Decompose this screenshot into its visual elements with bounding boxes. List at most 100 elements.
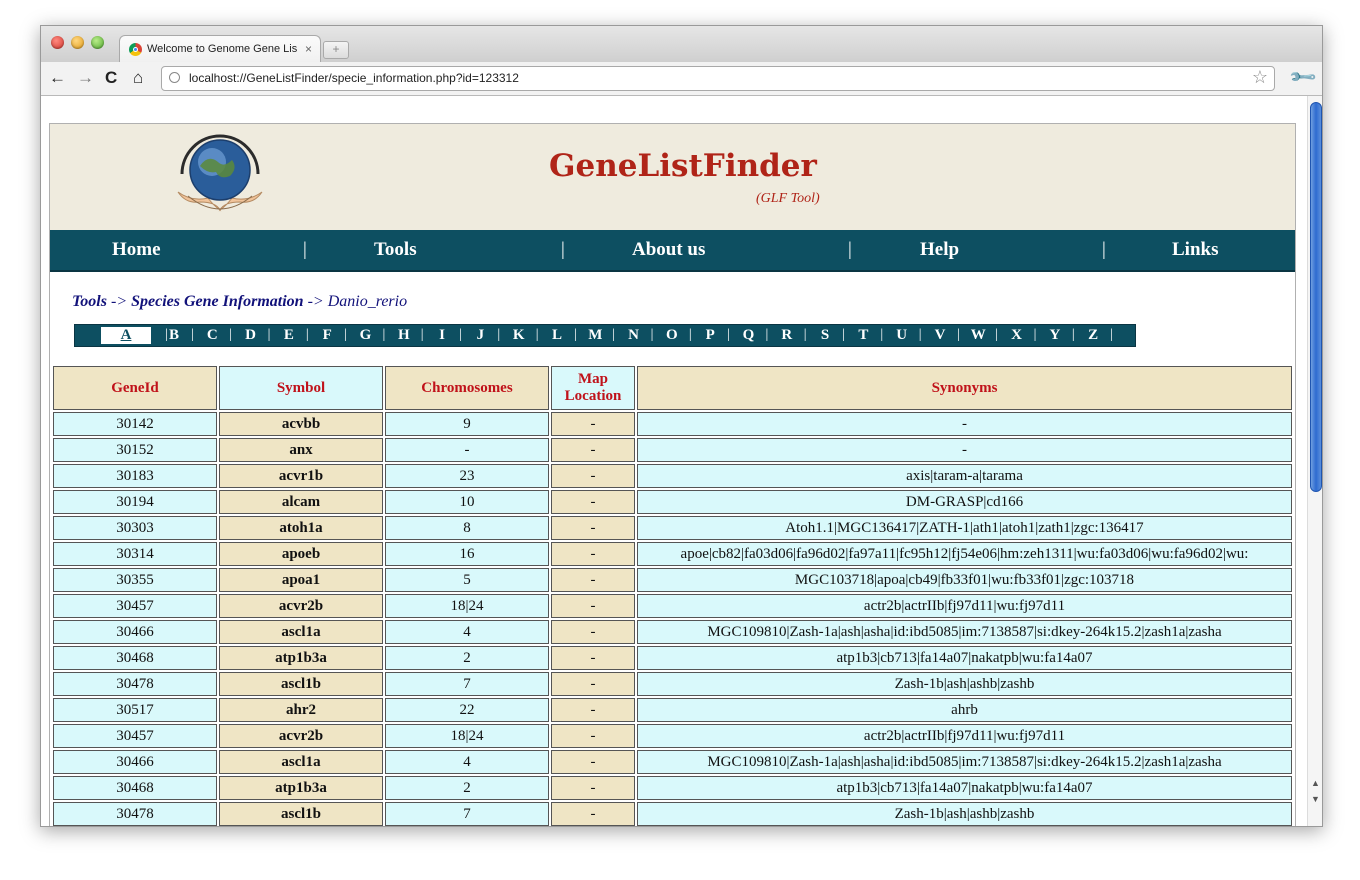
cell-symbol-link[interactable]: ascl1a	[219, 620, 383, 644]
cell-geneid: 30478	[53, 802, 217, 826]
letter-filter-n[interactable]: N	[623, 327, 645, 344]
cell-symbol-link[interactable]: apoa1	[219, 568, 383, 592]
url-text[interactable]: localhost://GeneListFinder/specie_inform…	[189, 71, 519, 85]
nav-links[interactable]: Links	[1172, 239, 1218, 261]
letter-filter-f[interactable]: F	[316, 327, 338, 344]
cell-symbol-link[interactable]: atp1b3a	[219, 776, 383, 800]
scroll-up-arrow-icon[interactable]: ▲	[1311, 778, 1320, 788]
cell-geneid: 30142	[53, 412, 217, 436]
table-row: 30457 acvr2b 18|24- actr2b|actrIIb|fj97d11|…	[53, 724, 1292, 748]
cell-symbol-link[interactable]: atp1b3a	[219, 646, 383, 670]
cell-map-location: -	[551, 542, 635, 566]
cell-synonyms: -	[637, 412, 1292, 436]
scrollbar-thumb[interactable]	[1310, 102, 1322, 492]
cell-symbol-link[interactable]: ascl1b	[219, 802, 383, 826]
cell-symbol-link[interactable]: atoh1a	[219, 516, 383, 540]
page-viewport: GeneListFinder (GLF Tool) Home | Tools |…	[41, 96, 1307, 826]
nav-tools[interactable]: Tools	[374, 239, 417, 261]
tab-close-icon[interactable]: ×	[305, 42, 312, 56]
letter-filter-r[interactable]: R	[776, 327, 798, 344]
back-arrow-icon[interactable]: ←	[49, 68, 66, 88]
address-bar[interactable]: localhost://GeneListFinder/specie_inform…	[161, 66, 1275, 91]
cell-map-location: -	[551, 464, 635, 488]
letter-separator: |	[229, 327, 233, 342]
cell-synonyms: Zash-1b|ash|ashb|zashb	[637, 672, 1292, 696]
letter-filter-z[interactable]: Z	[1082, 327, 1104, 344]
vertical-scrollbar[interactable]: ▲ ▼	[1307, 96, 1322, 826]
table-row: 30468 atp1b3a 2- atp1b3|cb713|fa14a07|nakat…	[53, 776, 1292, 800]
letter-filter-t[interactable]: T	[852, 327, 874, 344]
cell-map-location: -	[551, 646, 635, 670]
nav-help[interactable]: Help	[920, 239, 959, 261]
cell-symbol-link[interactable]: alcam	[219, 490, 383, 514]
header-geneid: GeneId	[53, 366, 217, 410]
nav-home[interactable]: Home	[112, 239, 161, 261]
cell-symbol-link[interactable]: acvr2b	[219, 594, 383, 618]
star-icon[interactable]: ☆	[1252, 67, 1268, 88]
cell-synonyms: MGC109810|Zash-1a|ash|asha|id:ibd5085|im…	[637, 620, 1292, 644]
cell-symbol-link[interactable]: anx	[219, 438, 383, 462]
cell-chromosomes: 10	[385, 490, 549, 514]
scroll-down-arrow-icon[interactable]: ▼	[1311, 794, 1320, 804]
cell-geneid: 30355	[53, 568, 217, 592]
letter-separator: |	[1071, 327, 1075, 342]
cell-synonyms: MGC103718|apoa|cb49|fb33f01|wu:fb33f01|z…	[637, 568, 1292, 592]
cell-map-location: -	[551, 412, 635, 436]
cell-geneid: 30194	[53, 490, 217, 514]
letter-filter-a[interactable]: A	[101, 327, 151, 344]
home-icon[interactable]: ⌂	[133, 68, 143, 88]
breadcrumb-species-link[interactable]: Species Gene Information	[131, 293, 303, 310]
letter-filter-y[interactable]: Y	[1044, 327, 1066, 344]
cell-synonyms: Zash-1b|ash|ashb|zashb	[637, 802, 1292, 826]
table-row: 30478 ascl1b 7- Zash-1b|ash|ashb|zashb	[53, 802, 1292, 826]
letter-filter-s[interactable]: S	[814, 327, 836, 344]
letter-filter-k[interactable]: K	[508, 327, 530, 344]
cell-symbol-link[interactable]: apoeb	[219, 542, 383, 566]
cell-symbol-link[interactable]: acvr2b	[219, 724, 383, 748]
cell-chromosomes: 2	[385, 646, 549, 670]
letter-filter-u[interactable]: U	[891, 327, 913, 344]
tab-title: Welcome to Genome Gene List Fi	[147, 43, 297, 55]
cell-geneid: 30466	[53, 620, 217, 644]
breadcrumb-tools-link[interactable]: Tools	[72, 293, 107, 310]
cell-symbol-link[interactable]: ascl1a	[219, 750, 383, 774]
letter-filter-p[interactable]: P	[699, 327, 721, 344]
nav-about-us[interactable]: About us	[632, 239, 705, 261]
cell-symbol-link[interactable]: acvbb	[219, 412, 383, 436]
letter-filter-c[interactable]: C	[201, 327, 223, 344]
cell-symbol-link[interactable]: acvr1b	[219, 464, 383, 488]
letter-filter-j[interactable]: J	[469, 327, 491, 344]
site-header: GeneListFinder (GLF Tool)	[50, 124, 1295, 231]
cell-map-location: -	[551, 802, 635, 826]
browser-tab[interactable]: Welcome to Genome Gene List Fi ×	[119, 35, 321, 63]
letter-filter-h[interactable]: H	[393, 327, 415, 344]
window-minimize-button[interactable]	[71, 36, 84, 49]
window-close-button[interactable]	[51, 36, 64, 49]
wrench-icon[interactable]: 🔧	[1287, 62, 1318, 93]
letter-filter-l[interactable]: L	[546, 327, 568, 344]
letter-filter-m[interactable]: M	[584, 327, 606, 344]
table-row: 30194 alcam 10- DM-GRASP|cd166	[53, 490, 1292, 514]
letter-filter-o[interactable]: O	[661, 327, 683, 344]
letter-filter-q[interactable]: Q	[738, 327, 760, 344]
reload-icon[interactable]: C	[105, 68, 117, 88]
letter-filter-e[interactable]: E	[278, 327, 300, 344]
cell-symbol-link[interactable]: ahr2	[219, 698, 383, 722]
letter-filter-g[interactable]: G	[355, 327, 377, 344]
cell-geneid: 30517	[53, 698, 217, 722]
table-row: 30466 ascl1a 4- MGC109810|Zash-1a|ash|asha|…	[53, 750, 1292, 774]
cell-geneid: 30457	[53, 594, 217, 618]
letter-filter-v[interactable]: V	[929, 327, 951, 344]
letter-filter-d[interactable]: D	[240, 327, 262, 344]
table-row: 30457 acvr2b 18|24- actr2b|actrIIb|fj97d11|…	[53, 594, 1292, 618]
new-tab-button[interactable]: +	[323, 41, 349, 59]
letter-filter-i[interactable]: I	[431, 327, 453, 344]
cell-synonyms: apoe|cb82|fa03d06|fa96d02|fa97a11|fc95h1…	[637, 542, 1292, 566]
window-maximize-button[interactable]	[91, 36, 104, 49]
letter-filter-b[interactable]: B	[163, 327, 185, 344]
forward-arrow-icon[interactable]: →	[77, 68, 94, 88]
letter-filter-w[interactable]: W	[967, 327, 989, 344]
letter-separator: |	[459, 327, 462, 342]
letter-filter-x[interactable]: X	[1006, 327, 1028, 344]
cell-symbol-link[interactable]: ascl1b	[219, 672, 383, 696]
